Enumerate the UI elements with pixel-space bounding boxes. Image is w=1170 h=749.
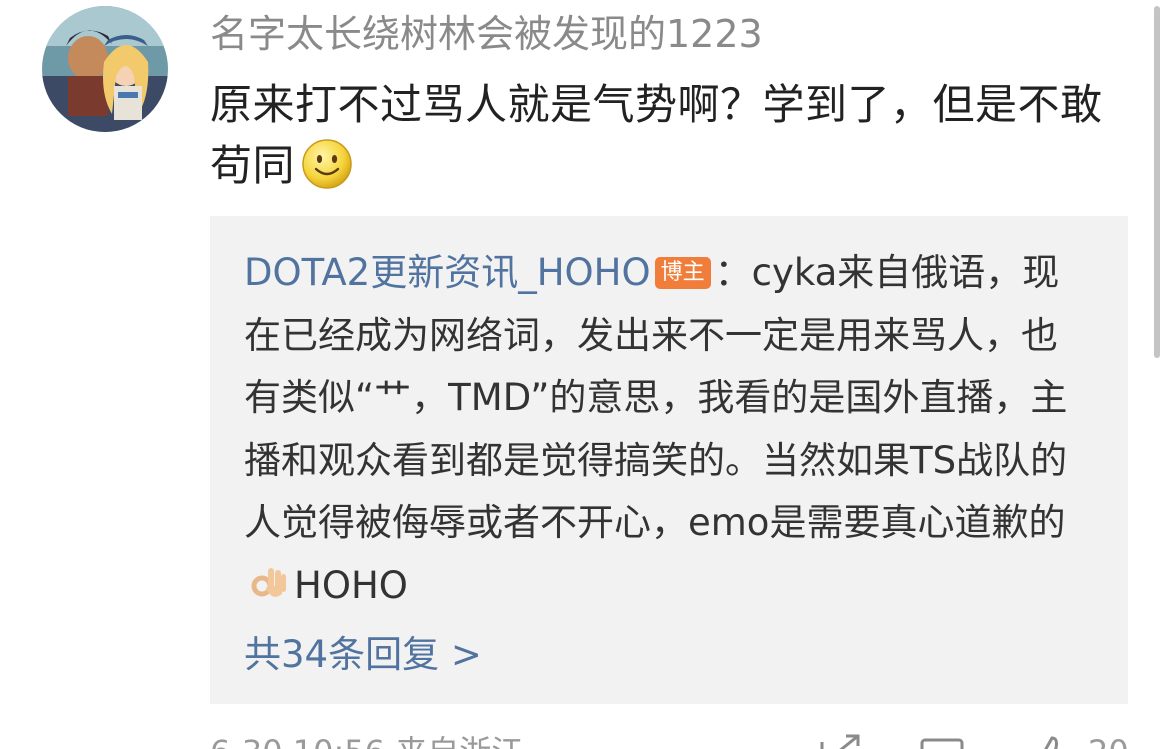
comment-icon[interactable] <box>918 732 966 749</box>
reply-preview-text: DOTA2更新资讯_HOHO 博主 ：cyka来自俄语，现在已经成为网络词，发出来不… <box>244 242 1094 617</box>
view-replies-link[interactable]: 共34条回复 > <box>244 624 482 686</box>
avatar[interactable] <box>42 6 168 132</box>
scrollbar[interactable] <box>1154 6 1160 358</box>
blogger-badge: 博主 <box>654 257 711 289</box>
reply-signature: HOHO <box>294 563 408 607</box>
like-count: 20 <box>1088 732 1129 749</box>
reply-author[interactable]: DOTA2更新资讯_HOHO <box>244 251 651 294</box>
smile-emoji-icon <box>301 138 353 190</box>
username[interactable]: 名字太长绕树林会被发现的1223 <box>210 8 763 60</box>
comment-page: 名字太长绕树林会被发现的1223 原来打不过骂人就是气势啊？学到了，但是不敢苟同… <box>0 0 1170 749</box>
reply-body: cyka来自俄语，现在已经成为网络词，发出来不一定是用来骂人，也有类似“艹，TM… <box>244 251 1068 544</box>
comment-text: 原来打不过骂人就是气势啊？学到了，但是不敢苟同 <box>210 74 1140 196</box>
comment-meta: 6-30 10:56 来自浙江 <box>210 732 523 749</box>
share-icon[interactable] <box>818 732 866 749</box>
reply-preview-box[interactable]: DOTA2更新资讯_HOHO 博主 ：cyka来自俄语，现在已经成为网络词，发出来不… <box>210 216 1128 704</box>
like-icon[interactable] <box>1028 732 1076 749</box>
reply-separator: ： <box>714 251 752 294</box>
avatar-illustration <box>42 6 168 132</box>
ok-hand-emoji-icon <box>248 561 288 601</box>
